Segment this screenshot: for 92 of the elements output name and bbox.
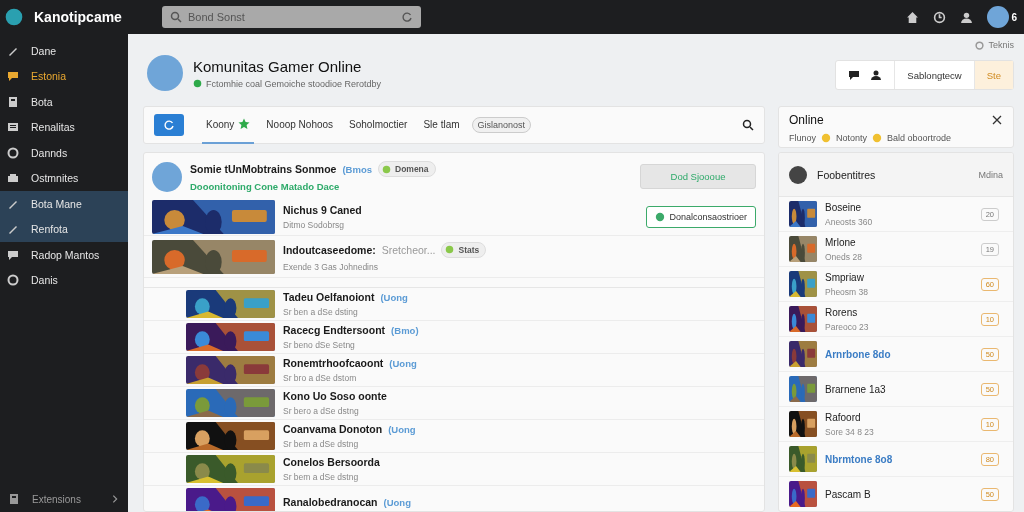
check-icon: [193, 79, 202, 88]
coin-icon: [821, 133, 831, 143]
game-subtitle: Exende 3 Gas Johnedins: [283, 261, 379, 272]
tab-pill[interactable]: Gislanonost: [471, 117, 532, 133]
friend-name: Rafoord: [825, 411, 862, 423]
game-title: Ranalobedranocan: [283, 496, 378, 508]
online-label: Flunoy: [789, 133, 816, 143]
search-field[interactable]: Bond Sonst: [162, 6, 421, 28]
community-button[interactable]: [154, 114, 184, 136]
clock-icon: [933, 10, 947, 24]
close-icon: [991, 114, 1003, 126]
game-subtitle: Ditmo Sodobrsg: [283, 219, 345, 230]
online-label: Bald oboortrode: [887, 133, 952, 143]
group-tag: Domena: [378, 161, 436, 177]
game-title: Nichus 9 Caned: [283, 203, 362, 216]
corner-label: Teknis: [988, 40, 1014, 50]
game-subtitle: Sr ben a dSe dsting: [283, 307, 359, 317]
game-subtitle: Sr bem a dSe dstng: [283, 439, 360, 449]
document-icon: [7, 95, 19, 108]
sidebar-item[interactable]: Radop Mantos: [0, 242, 128, 268]
game-title: Ronemtrhoofcaoont: [283, 357, 384, 369]
star-icon: [238, 118, 251, 130]
game-subtitle: Sr bero a dSe dstng: [283, 406, 360, 416]
sidebar-footer[interactable]: Extensions: [0, 486, 128, 512]
tab[interactable]: Sle tlam: [419, 106, 464, 144]
group-avatar: [152, 161, 182, 192]
friend-name: Rorens: [825, 306, 859, 318]
community-avatar: [147, 55, 183, 91]
game-title: Racecg Endtersoont: [283, 324, 386, 336]
list-action[interactable]: Mdina: [978, 169, 1003, 180]
user-icon: [870, 69, 883, 81]
notification-count: 6: [1011, 11, 1017, 23]
user-icon: [960, 10, 974, 24]
sidebar-item[interactable]: Bota Mane: [0, 191, 128, 217]
refresh-icon: [401, 11, 413, 23]
friend-name: Brarnene 1a3: [825, 383, 886, 395]
sidebar-item[interactable]: Dannds: [0, 140, 128, 166]
list-icon: [7, 121, 19, 134]
group-title: Somie tUnMobtrains Sonmoe: [190, 163, 337, 175]
game-title: Conelos Bersoorda: [283, 456, 380, 468]
game-tag: Stats: [441, 241, 487, 258]
chat-icon: [7, 248, 19, 261]
chat-icon: [7, 70, 19, 83]
list-title: Foobentitres: [817, 168, 876, 181]
chevron-icon: [110, 494, 120, 504]
logo-icon: [4, 7, 24, 27]
friend-detail: Sore 34 8 23: [825, 426, 874, 437]
online-label: Notonty: [836, 133, 868, 143]
game-title: Tadeu Oelfanoiont: [283, 291, 375, 303]
user-avatar[interactable]: [987, 6, 1010, 28]
game-title: Indoutcaseedome:: [283, 243, 376, 256]
friend-name: Smpriaw: [825, 271, 865, 283]
friend-detail: Pareoco 23: [825, 321, 869, 332]
search-icon: [742, 119, 754, 131]
sidebar-item[interactable]: Renalitas: [0, 114, 128, 140]
pen-icon: [7, 223, 19, 236]
sidebar-item[interactable]: Danis: [0, 267, 128, 293]
page-title: Komunitas Gamer Online: [193, 57, 363, 75]
status-icon: [382, 164, 391, 174]
friend-detail: Aneosts 360: [825, 216, 873, 227]
app-name: Kanotipcame: [34, 9, 123, 25]
coin-icon: [872, 133, 883, 143]
game-subtitle: Sr bro a dSe dstom: [283, 373, 358, 383]
chat-icon: [848, 69, 861, 81]
group-subtitle: Dooonitoning Cone Matado Dace: [190, 181, 341, 192]
tab[interactable]: Koony: [202, 106, 255, 144]
join-button[interactable]: Donalconsaostrioer: [646, 205, 756, 228]
friend-name: Pascam B: [825, 488, 871, 500]
friend-name: Arnrbone 8do: [825, 348, 891, 360]
sidebar-item[interactable]: Estonia: [0, 63, 128, 89]
status-icon: [445, 245, 455, 254]
home-icon: [906, 10, 920, 24]
list-avatar: [789, 165, 807, 184]
friend-detail: Pheosm 38: [825, 286, 868, 297]
sidebar-item[interactable]: Bota: [0, 89, 128, 115]
online-title: Online: [789, 113, 824, 127]
status-icon: [655, 211, 666, 222]
sidebar-item[interactable]: Ostmnites: [0, 165, 128, 191]
friend-name: Boseine: [825, 201, 863, 213]
friend-detail: Oneds 28: [825, 251, 862, 262]
game-title: Kono Uo Soso oonte: [283, 390, 387, 402]
sidebar-item[interactable]: Dane: [0, 38, 128, 64]
game-subtitle: Sr bem a dSe dstng: [283, 472, 360, 482]
game-note: Sretcheor...: [381, 243, 436, 256]
tab[interactable]: Nooop Nohoos: [262, 106, 338, 144]
page-subtitle: Fctomhie coal Gemoiche stoodioe Rerotdby: [206, 78, 382, 89]
friend-name: Mrlone: [825, 236, 857, 248]
game-subtitle: Sr beno dSe Setng: [283, 340, 356, 350]
game-title: Coanvama Donoton: [283, 423, 383, 435]
sidebar-item[interactable]: Renfota: [0, 216, 128, 242]
friend-name: Nbrmtone 8o8: [825, 453, 893, 465]
tab[interactable]: Soholmoctier: [345, 106, 412, 144]
